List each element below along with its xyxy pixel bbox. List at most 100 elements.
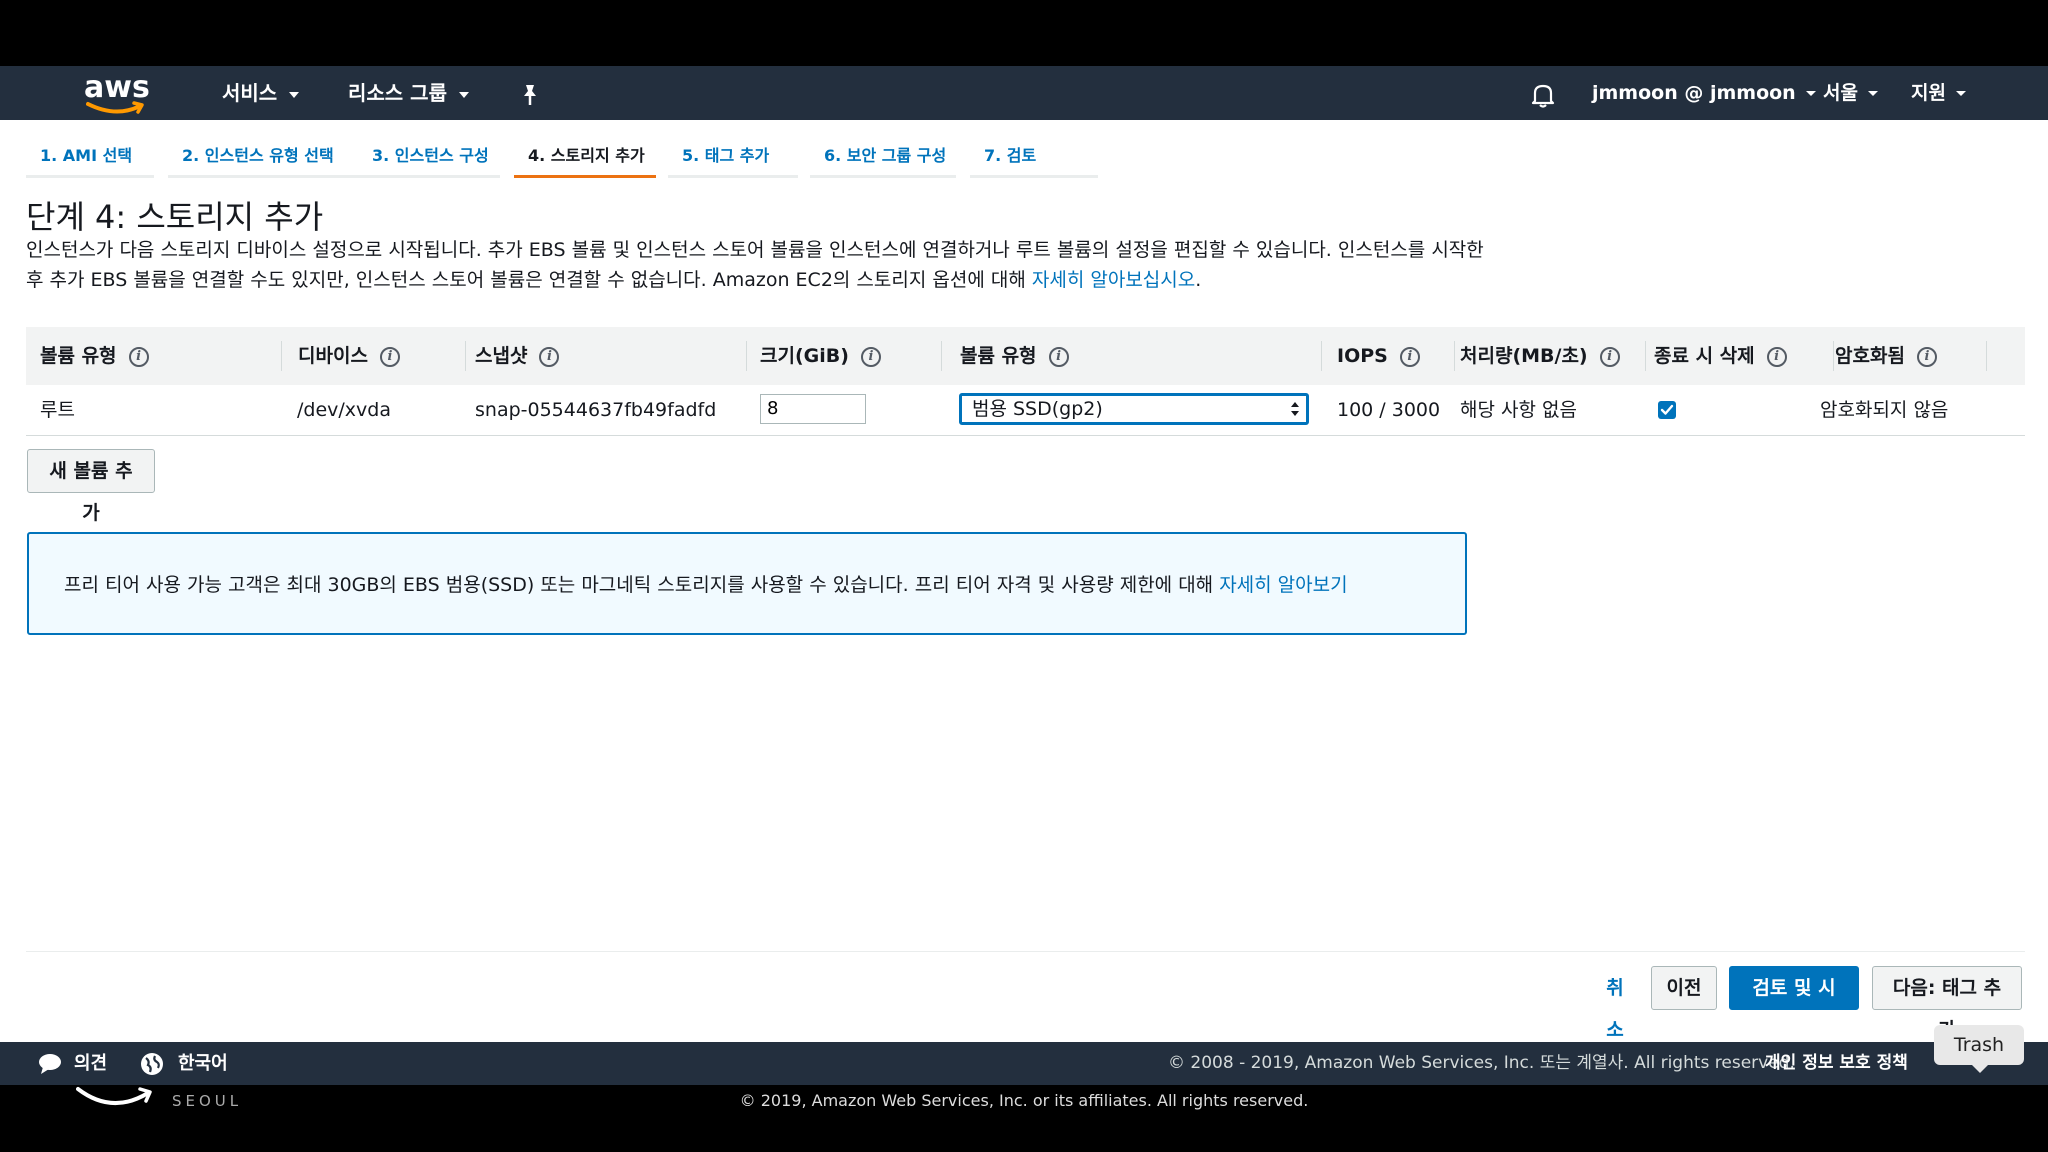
- column-divider: [1454, 341, 1455, 371]
- globe-icon: [141, 1053, 163, 1075]
- select-arrows-icon: [1291, 402, 1299, 416]
- resource-groups-label: 리소스 그룹: [348, 81, 447, 105]
- tab-instance-type[interactable]: 2. 인스턴스 유형 선택: [168, 142, 372, 178]
- previous-button[interactable]: 이전: [1651, 966, 1717, 1010]
- volume-type-select[interactable]: 범용 SSD(gp2): [959, 393, 1309, 425]
- info-icon[interactable]: i: [1599, 346, 1620, 367]
- column-divider: [1645, 341, 1646, 371]
- resource-groups-menu[interactable]: 리소스 그룹: [348, 66, 469, 120]
- header-iops: IOPS i: [1337, 327, 1455, 385]
- header-label: 볼륨 유형: [960, 345, 1037, 367]
- info-icon[interactable]: i: [860, 346, 881, 367]
- aws-logo[interactable]: aws: [84, 70, 150, 116]
- info-icon[interactable]: i: [128, 346, 149, 367]
- notifications-button[interactable]: [1530, 66, 1556, 120]
- review-and-launch-button[interactable]: 검토 및 시작: [1729, 966, 1859, 1041]
- column-divider: [1986, 341, 1987, 371]
- header-label: 스냅샷: [475, 345, 528, 367]
- top-navigation-bar: aws 서비스 리소스 그룹 jmmoon @ jmmoon 서울 지원: [0, 66, 2048, 120]
- tab-add-tags[interactable]: 5. 태그 추가: [668, 142, 798, 178]
- column-divider: [281, 341, 282, 371]
- volume-type-value: 범용 SSD(gp2): [972, 398, 1103, 420]
- info-icon[interactable]: i: [379, 346, 400, 367]
- free-tier-text: 프리 티어 사용 가능 고객은 최대 30GB의 EBS 범용(SSD) 또는 …: [64, 574, 1220, 596]
- table-header: 볼륨 유형 i 디바이스 i 스냅샷 i 크기(GiB) i 볼륨 유형 i IOPS i …: [26, 327, 2025, 386]
- tab-security-group[interactable]: 6. 보안 그룹 구성: [810, 142, 956, 178]
- language-selector[interactable]: 한국어: [140, 1042, 228, 1085]
- header-label: 처리량(MB/초): [1460, 345, 1588, 367]
- language-label: 한국어: [178, 1053, 228, 1074]
- column-divider: [1833, 341, 1834, 371]
- info-icon[interactable]: i: [1766, 346, 1787, 367]
- chevron-down-icon: [1805, 91, 1816, 96]
- header-label: 암호화됨: [1835, 345, 1905, 367]
- column-divider: [746, 341, 747, 371]
- cell-encrypted: 암호화되지 않음: [1820, 399, 1949, 421]
- free-tier-learn-more-link[interactable]: 자세히 알아보기: [1219, 574, 1347, 596]
- header-volume-type: 볼륨 유형 i: [40, 327, 282, 385]
- add-volume-button[interactable]: 새 볼륨 추가: [27, 449, 155, 524]
- cell-throughput: 해당 사항 없음: [1460, 399, 1577, 421]
- cancel-button[interactable]: 취소: [1584, 966, 1646, 1041]
- bell-icon: [1531, 84, 1555, 108]
- console-footer: 의견 한국어 © 2008 - 2019, Amazon Web Service…: [0, 1042, 2048, 1085]
- header-device: 디바이스 i: [298, 327, 466, 385]
- info-icon[interactable]: i: [1048, 346, 1069, 367]
- header-label: 크기(GiB): [760, 345, 849, 367]
- footer-copyright: © 2008 - 2019, Amazon Web Services, Inc.…: [1168, 1053, 1795, 1073]
- services-menu[interactable]: 서비스: [222, 66, 300, 120]
- tab-add-storage[interactable]: 4. 스토리지 추가: [514, 142, 656, 178]
- region-menu[interactable]: 서울: [1823, 66, 1878, 120]
- event-copyright: © 2019, Amazon Web Services, Inc. or its…: [739, 1091, 1309, 1110]
- privacy-policy-link[interactable]: 개인 정보 보호 정책: [1765, 1042, 1908, 1085]
- speech-bubble-icon: [39, 1054, 61, 1074]
- tab-ami[interactable]: 1. AMI 선택: [26, 142, 154, 178]
- feedback-button[interactable]: 의견: [38, 1042, 107, 1085]
- description-text: 후 추가 EBS 볼륨을 연결할 수도 있지만, 인스턴스 스토어 볼륨은 연결…: [26, 269, 1032, 291]
- tab-review[interactable]: 7. 검토: [970, 142, 1098, 178]
- services-menu-label: 서비스: [222, 81, 278, 105]
- info-icon[interactable]: i: [1916, 346, 1937, 367]
- header-snapshot: 스냅샷 i: [475, 327, 747, 385]
- learn-more-storage-link[interactable]: 자세히 알아보십시오: [1032, 269, 1195, 291]
- description-line-1: 인스턴스가 다음 스토리지 디바이스 설정으로 시작됩니다. 추가 EBS 볼륨…: [26, 239, 1484, 261]
- cell-iops: 100 / 3000: [1337, 399, 1441, 421]
- column-divider: [465, 341, 466, 371]
- info-icon[interactable]: i: [539, 346, 560, 367]
- main-content: 1. AMI 선택 2. 인스턴스 유형 선택 3. 인스턴스 구성 4. 스토…: [0, 120, 2048, 1042]
- free-tier-message: 프리 티어 사용 가능 고객은 최대 30GB의 EBS 범용(SSD) 또는 …: [64, 570, 1348, 597]
- chevron-down-icon: [458, 91, 469, 98]
- page-description: 인스턴스가 다음 스토리지 디바이스 설정으로 시작됩니다. 추가 EBS 볼륨…: [26, 235, 1486, 295]
- description-line-2: 후 추가 EBS 볼륨을 연결할 수도 있지만, 인스턴스 스토어 볼륨은 연결…: [26, 265, 1486, 295]
- cell-device: /dev/xvda: [297, 399, 391, 421]
- header-label: IOPS: [1337, 345, 1388, 367]
- pin-icon: [524, 84, 536, 105]
- header-size: 크기(GiB) i: [760, 327, 942, 385]
- header-throughput: 처리량(MB/초) i: [1460, 327, 1646, 385]
- account-label: jmmoon @ jmmoon: [1592, 82, 1796, 104]
- chevron-down-icon: [289, 91, 300, 98]
- header-delete-on-termination: 종료 시 삭제 i: [1654, 327, 1834, 385]
- support-menu[interactable]: 지원: [1911, 66, 1966, 120]
- column-divider: [1321, 341, 1322, 371]
- column-divider: [941, 341, 942, 371]
- size-input[interactable]: 8: [760, 394, 866, 424]
- header-volume-kind: 볼륨 유형 i: [960, 327, 1322, 385]
- header-label: 종료 시 삭제: [1654, 345, 1755, 367]
- event-watermark-bar: SEOUL © 2019, Amazon Web Services, Inc. …: [0, 1085, 2048, 1152]
- action-divider: [26, 951, 2025, 952]
- header-encrypted: 암호화됨 i: [1835, 327, 1987, 385]
- next-add-tags-button[interactable]: 다음: 태그 추가: [1872, 966, 2022, 1041]
- delete-on-termination-checkbox[interactable]: [1658, 401, 1676, 419]
- aws-smile-icon: [86, 101, 144, 114]
- info-icon[interactable]: i: [1399, 346, 1420, 367]
- region-label: 서울: [1823, 82, 1858, 104]
- cell-volume-type: 루트: [40, 399, 75, 421]
- checkmark-icon: [1660, 404, 1674, 415]
- page-title: 단계 4: 스토리지 추가: [26, 198, 324, 236]
- pin-button[interactable]: [519, 66, 541, 120]
- tab-configure-instance[interactable]: 3. 인스턴스 구성: [358, 142, 500, 178]
- account-menu[interactable]: jmmoon @ jmmoon: [1592, 66, 1816, 120]
- free-tier-info-box: 프리 티어 사용 가능 고객은 최대 30GB의 EBS 범용(SSD) 또는 …: [27, 532, 1467, 635]
- header-label: 디바이스: [298, 345, 368, 367]
